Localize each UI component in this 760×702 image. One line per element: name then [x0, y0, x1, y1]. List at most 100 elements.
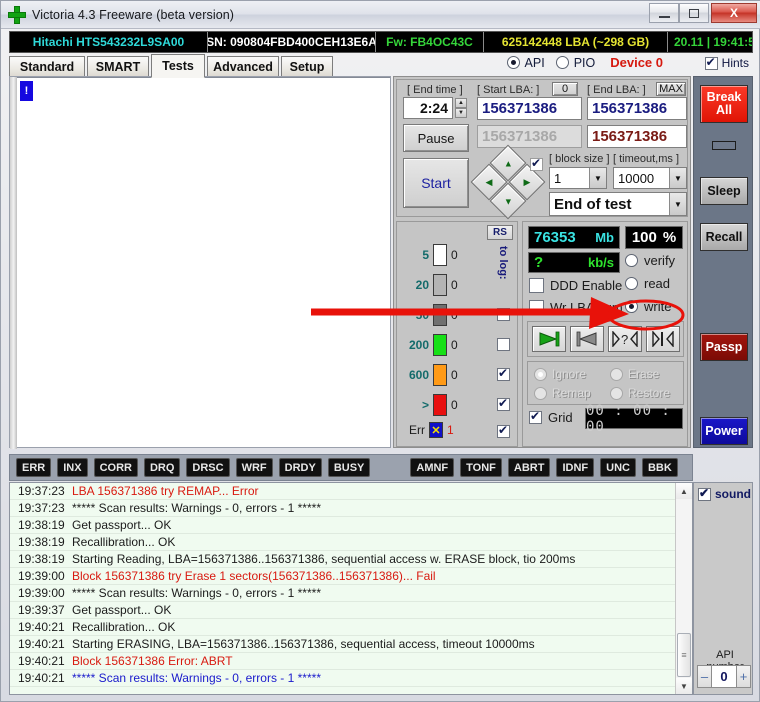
play-backward-button[interactable] — [570, 326, 604, 352]
remap-radio[interactable] — [534, 386, 547, 400]
end-of-test-chevron-down-icon[interactable]: ▼ — [669, 193, 686, 215]
wr-lba-toggle[interactable]: Wr LBA num — [529, 300, 623, 315]
flag-inx[interactable]: INX — [57, 458, 88, 477]
end-lba-input[interactable]: 156371386 — [587, 97, 687, 120]
timeout-chevron-down-icon[interactable]: ▼ — [669, 168, 686, 188]
mode-option-verify[interactable]: verify — [625, 253, 675, 268]
passport-button[interactable]: Passp — [700, 333, 748, 361]
random-seek-button[interactable]: ? — [608, 326, 642, 352]
api-number-decrement-button[interactable]: – — [697, 665, 712, 688]
end-lba-current-readout: 156371386 — [587, 125, 687, 148]
hints-toggle[interactable]: Hints — [704, 55, 749, 70]
svg-text:?: ? — [621, 332, 628, 347]
log-message: ***** Scan results: Warnings - 0, errors… — [72, 671, 321, 685]
log-scroll-up-icon[interactable]: ▲ — [676, 483, 692, 499]
start-button[interactable]: Start — [403, 158, 469, 208]
grid-checkbox[interactable] — [529, 409, 542, 424]
sound-checkbox[interactable] — [698, 486, 711, 501]
log-scroll-thumb[interactable]: ≡ — [677, 633, 691, 677]
write-radio[interactable] — [625, 300, 638, 313]
to-log-checkbox-over[interactable] — [497, 396, 510, 411]
dpad-down-arrow-icon: ▼ — [503, 195, 513, 206]
erase-radio[interactable] — [610, 367, 623, 381]
flag-idnf[interactable]: IDNF — [556, 458, 595, 477]
api-number-value[interactable]: 0 — [712, 665, 736, 688]
verify-radio[interactable] — [625, 254, 638, 267]
pause-button[interactable]: Pause — [403, 124, 469, 152]
dpad-enable-checkbox[interactable] — [530, 156, 543, 171]
api-number-increment-button[interactable]: + — [736, 665, 751, 688]
flag-drsc[interactable]: DRSC — [186, 458, 230, 477]
maximize-button[interactable] — [679, 3, 709, 23]
flag-drdy[interactable]: DRDY — [278, 458, 322, 477]
wr-lba-checkbox[interactable] — [529, 300, 544, 315]
flag-err[interactable]: ERR — [16, 458, 52, 477]
rs-button[interactable]: RS — [487, 225, 513, 240]
to-log-checkbox-err[interactable] — [497, 423, 510, 438]
start-lba-input[interactable]: 156371386 — [477, 97, 582, 120]
action-option-ignore[interactable]: Ignore — [534, 367, 586, 381]
end-lba-max-button[interactable]: MAX — [656, 82, 686, 96]
to-log-checkbox-50[interactable] — [497, 308, 510, 321]
action-option-erase[interactable]: Erase — [610, 367, 659, 381]
flag-tonf[interactable]: TONF — [460, 458, 502, 477]
ddd-enable-toggle[interactable]: DDD Enable — [529, 278, 622, 293]
read-radio[interactable] — [625, 277, 638, 290]
end-of-test-combo[interactable]: End of test ▼ — [549, 192, 687, 216]
pio-radio[interactable] — [555, 56, 569, 69]
block-size-chevron-down-icon[interactable]: ▼ — [589, 168, 606, 188]
end-time-spinner-up-icon[interactable]: ▲ — [455, 98, 467, 108]
recall-button[interactable]: Recall — [700, 223, 748, 251]
ddd-enable-checkbox[interactable] — [529, 278, 544, 293]
api-radio[interactable] — [506, 56, 520, 69]
ignore-radio[interactable] — [534, 367, 547, 381]
log-scrollbar[interactable]: ▲ ≡ ▼ — [675, 483, 692, 694]
hints-checkbox[interactable] — [704, 55, 718, 70]
scan-graph-canvas[interactable]: ! — [9, 76, 391, 449]
log-scroll-down-icon[interactable]: ▼ — [676, 678, 692, 694]
end-time-spinner-down-icon[interactable]: ▼ — [455, 108, 467, 118]
block-size-combo[interactable]: 1 ▼ — [549, 167, 607, 189]
tab-tests[interactable]: Tests — [151, 54, 205, 78]
minimize-button[interactable] — [649, 3, 679, 23]
action-option-remap[interactable]: Remap — [534, 386, 591, 400]
tab-setup[interactable]: Setup — [281, 56, 333, 76]
mode-option-read[interactable]: read — [625, 276, 670, 291]
start-lba-zero-button[interactable]: 0 — [552, 82, 578, 96]
api-number-stepper[interactable]: – 0 + — [697, 665, 751, 688]
scale-count: 0 — [451, 248, 458, 262]
play-forward-button[interactable] — [532, 326, 566, 352]
flag-bbk[interactable]: BBK — [641, 458, 678, 477]
mode-option-write[interactable]: write — [625, 299, 671, 314]
break-all-button[interactable]: Break All — [700, 85, 748, 123]
to-log-checkbox-600[interactable] — [497, 366, 510, 381]
title-bar: Victoria 4.3 Freeware (beta version) X — [1, 1, 760, 29]
butterfly-seek-button[interactable] — [646, 326, 680, 352]
to-log-checkbox-200[interactable] — [497, 338, 510, 351]
canvas-scrollbar[interactable] — [10, 77, 17, 449]
grid-toggle[interactable]: Grid — [529, 409, 573, 425]
flag-abrt[interactable]: ABRT — [507, 458, 551, 477]
action-option-restore[interactable]: Restore — [610, 386, 670, 400]
flag-wrf[interactable]: WRF — [235, 458, 273, 477]
percent-unit: % — [662, 229, 677, 246]
tab-smart[interactable]: SMART — [87, 56, 149, 76]
sleep-button[interactable]: Sleep — [700, 177, 748, 205]
end-time-spinner[interactable]: ▲ ▼ — [455, 98, 467, 118]
flag-unc[interactable]: UNC — [600, 458, 636, 477]
flag-busy[interactable]: BUSY — [327, 458, 371, 477]
log-row: 19:40:21 Recallibration... OK — [10, 619, 692, 636]
tab-advanced[interactable]: Advanced — [207, 56, 279, 76]
close-button[interactable]: X — [711, 3, 757, 23]
tab-standard[interactable]: Standard — [9, 56, 85, 76]
flag-corr[interactable]: CORR — [93, 458, 138, 477]
sound-toggle[interactable]: sound — [698, 486, 751, 501]
event-log-panel[interactable]: 19:37:23 LBA 156371386 try REMAP... Error… — [9, 482, 693, 695]
end-time-value[interactable]: 2:24 — [403, 97, 453, 119]
timeout-combo[interactable]: 10000 ▼ — [613, 167, 687, 189]
power-button[interactable]: Power — [700, 417, 748, 445]
scale-color-swatch — [433, 304, 447, 326]
flag-drq[interactable]: DRQ — [143, 458, 181, 477]
flag-amnf[interactable]: AMNF — [410, 458, 455, 477]
restore-radio[interactable] — [610, 386, 623, 400]
